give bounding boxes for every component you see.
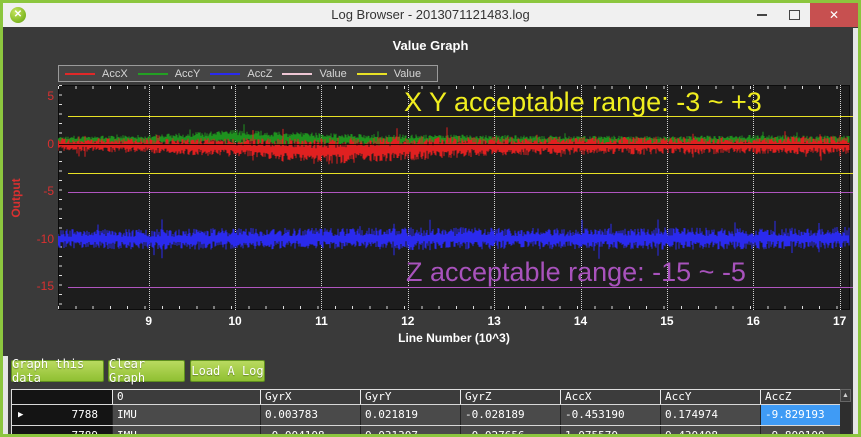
legend-item-accz: AccZ xyxy=(210,68,272,80)
close-icon: ✕ xyxy=(829,8,839,22)
column-header-corner[interactable] xyxy=(12,390,112,404)
cell-7788-AccX[interactable]: -0.453190 xyxy=(560,405,660,425)
log-browser-window: ✕ Log Browser - 2013071121483.log ✕ Valu… xyxy=(0,0,861,437)
window-title: Log Browser - 2013071121483.log xyxy=(3,3,858,27)
clear-graph-button[interactable]: Clear Graph xyxy=(108,360,185,382)
legend-line-icon xyxy=(65,73,95,75)
left-scrollbar[interactable] xyxy=(3,356,8,434)
window-border-top xyxy=(0,0,861,3)
legend-label: AccY xyxy=(175,68,201,80)
legend-line-icon xyxy=(282,73,312,75)
legend-label: Value xyxy=(319,68,346,80)
legend: AccX AccY AccZ Value Value xyxy=(58,65,438,82)
annotation-z-range: Z acceptable range: -15 ~ -5 xyxy=(406,257,746,288)
y-tick-5: 5 xyxy=(2,89,54,103)
window-controls: ✕ xyxy=(746,3,858,27)
maximize-icon xyxy=(789,10,800,20)
table-header-row: 0GyrXGyrYGyrZAccXAccYAccZ xyxy=(12,390,841,404)
y-axis-label: Output xyxy=(9,168,23,228)
annotation-xy-range: X Y acceptable range: -3 ~ +3 xyxy=(404,87,762,118)
x-tick-15: 15 xyxy=(645,314,689,328)
x-tick-13: 13 xyxy=(472,314,516,328)
column-header-GyrZ[interactable]: GyrZ xyxy=(460,390,560,404)
log-data-table: 0GyrXGyrYGyrZAccXAccYAccZ 7788▶IMU0.0037… xyxy=(11,389,841,437)
legend-item-accy: AccY xyxy=(138,68,201,80)
x-tick-10: 10 xyxy=(213,314,257,328)
table-header: 0GyrXGyrYGyrZAccXAccYAccZ xyxy=(12,390,841,404)
y-tick--10: -10 xyxy=(2,232,54,246)
maximize-button[interactable] xyxy=(778,3,810,27)
legend-item-value: Value xyxy=(282,68,346,80)
close-button[interactable]: ✕ xyxy=(810,3,858,27)
current-row-indicator-icon: ▶ xyxy=(18,405,23,425)
trace-accz xyxy=(58,219,849,258)
legend-label: AccX xyxy=(102,68,128,80)
legend-line-icon xyxy=(357,73,387,75)
zero-axis-line xyxy=(59,144,849,145)
reference-line--3 xyxy=(68,173,858,174)
column-header-GyrX[interactable]: GyrX xyxy=(260,390,360,404)
load-a-log-button[interactable]: Load A Log xyxy=(190,360,265,382)
column-header-AccY[interactable]: AccY xyxy=(660,390,760,404)
cell-7788-GyrX[interactable]: 0.003783 xyxy=(260,405,360,425)
legend-item-accx: AccX xyxy=(65,68,128,80)
legend-item-value: Value xyxy=(357,68,421,80)
titlebar[interactable]: ✕ Log Browser - 2013071121483.log ✕ xyxy=(3,3,858,27)
legend-label: Value xyxy=(394,68,421,80)
trace-accx xyxy=(58,127,849,164)
x-tick-11: 11 xyxy=(299,314,343,328)
cell-7788-GyrY[interactable]: 0.021819 xyxy=(360,405,460,425)
minimize-icon xyxy=(757,14,767,16)
row-header-7788[interactable]: 7788▶ xyxy=(12,405,112,425)
minimize-button[interactable] xyxy=(746,3,778,27)
column-header-AccX[interactable]: AccX xyxy=(560,390,660,404)
legend-label: AccZ xyxy=(247,68,272,80)
table-row: 7788▶IMU0.0037830.021819-0.028189-0.4531… xyxy=(12,404,841,425)
reference-line--5 xyxy=(68,192,858,193)
column-header-0[interactable]: 0 xyxy=(112,390,260,404)
cell-7788-0[interactable]: IMU xyxy=(112,405,260,425)
legend-line-icon xyxy=(138,73,168,75)
x-tick-12: 12 xyxy=(386,314,430,328)
cell-7788-AccY[interactable]: 0.174974 xyxy=(660,405,760,425)
graph-this-data-button[interactable]: Graph this data xyxy=(11,360,104,382)
x-tick-14: 14 xyxy=(559,314,603,328)
column-header-AccZ[interactable]: AccZ xyxy=(760,390,841,404)
cell-7788-GyrZ[interactable]: -0.028189 xyxy=(460,405,560,425)
x-tick-9: 9 xyxy=(127,314,171,328)
scroll-up-icon[interactable]: ▲ xyxy=(840,389,851,402)
chart-title: Value Graph xyxy=(0,38,861,53)
table-body: 7788▶IMU0.0037830.021819-0.028189-0.4531… xyxy=(12,404,841,437)
legend-line-icon xyxy=(210,73,240,75)
y-tick-0: 0 xyxy=(2,137,54,151)
x-tick-16: 16 xyxy=(731,314,775,328)
cell-7788-AccZ[interactable]: -9.829193 xyxy=(760,405,841,425)
table-scrollbar[interactable]: ▲ xyxy=(840,389,851,434)
window-border-left xyxy=(0,0,3,437)
column-header-GyrY[interactable]: GyrY xyxy=(360,390,460,404)
y-tick--15: -15 xyxy=(2,279,54,293)
x-axis-label: Line Number (10^3) xyxy=(58,331,850,345)
